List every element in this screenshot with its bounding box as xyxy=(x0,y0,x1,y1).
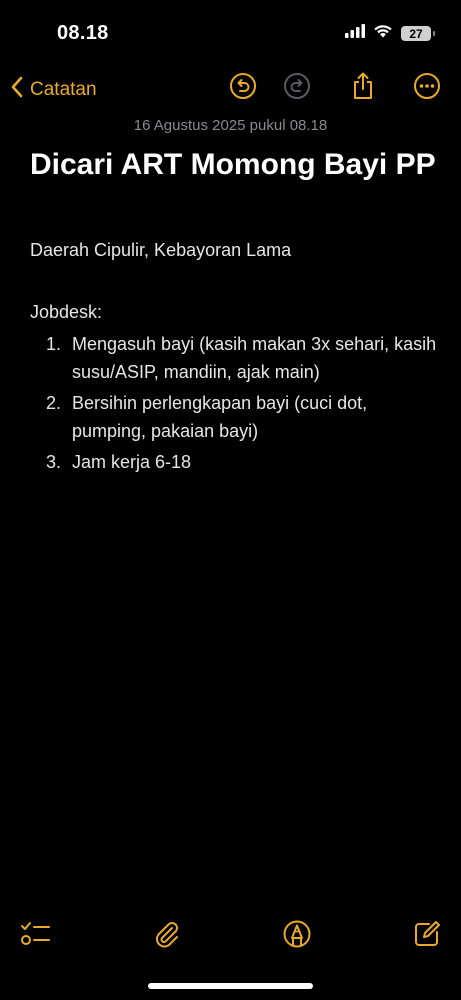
undo-button[interactable] xyxy=(229,72,257,105)
compose-button[interactable] xyxy=(411,920,443,952)
redo-button[interactable] xyxy=(283,72,311,105)
list-item[interactable]: 1. Mengasuh bayi (kasih makan 3x sehari,… xyxy=(30,330,440,386)
back-label: Catatan xyxy=(30,79,97,100)
list-item-text: Jam kerja 6-18 xyxy=(72,452,192,472)
back-button[interactable]: Catatan xyxy=(10,76,97,104)
list-item[interactable]: 2. Bersihin perlengkapan bayi (cuci dot,… xyxy=(30,389,440,445)
share-icon xyxy=(350,71,376,106)
signal-icon xyxy=(345,24,365,43)
note-location[interactable]: Daerah Cipulir, Kebayoran Lama xyxy=(30,240,291,261)
list-item-text: Mengasuh bayi (kasih makan 3x sehari, ka… xyxy=(72,334,437,382)
note-date: 16 Agustus 2025 pukul 08.18 xyxy=(133,117,328,134)
status-icons: 27 xyxy=(345,24,435,43)
redo-icon xyxy=(283,72,311,105)
checklist-button[interactable] xyxy=(20,920,52,952)
compose-icon xyxy=(412,919,442,954)
list-item-number: 1. xyxy=(45,334,61,354)
paperclip-icon xyxy=(152,919,182,954)
list-item-number: 2. xyxy=(45,393,61,413)
home-indicator[interactable] xyxy=(148,983,313,989)
markup-button[interactable] xyxy=(281,920,313,952)
checklist-icon xyxy=(20,919,52,954)
more-icon xyxy=(413,72,441,105)
list-item-number: 3. xyxy=(45,452,61,472)
note-section-label[interactable]: Jobdesk: xyxy=(30,302,102,323)
wifi-icon xyxy=(373,24,393,43)
attachment-button[interactable] xyxy=(151,920,183,952)
undo-icon xyxy=(229,72,257,105)
more-button[interactable] xyxy=(413,72,441,105)
pen-circle-icon xyxy=(282,919,312,954)
nav-bar: Catatan xyxy=(0,70,461,110)
status-time: 08.18 xyxy=(57,22,109,44)
share-button[interactable] xyxy=(349,72,377,102)
chevron-left-icon xyxy=(10,76,24,104)
jobdesk-list: 1. Mengasuh bayi (kasih makan 3x sehari,… xyxy=(30,330,440,479)
list-item[interactable]: 3. Jam kerja 6-18 xyxy=(30,448,440,476)
list-item-text: Bersihin perlengkapan bayi (cuci dot, pu… xyxy=(72,393,368,441)
battery-icon: 27 xyxy=(401,26,435,41)
note-title[interactable]: Dicari ART Momong Bayi PP xyxy=(30,144,440,186)
